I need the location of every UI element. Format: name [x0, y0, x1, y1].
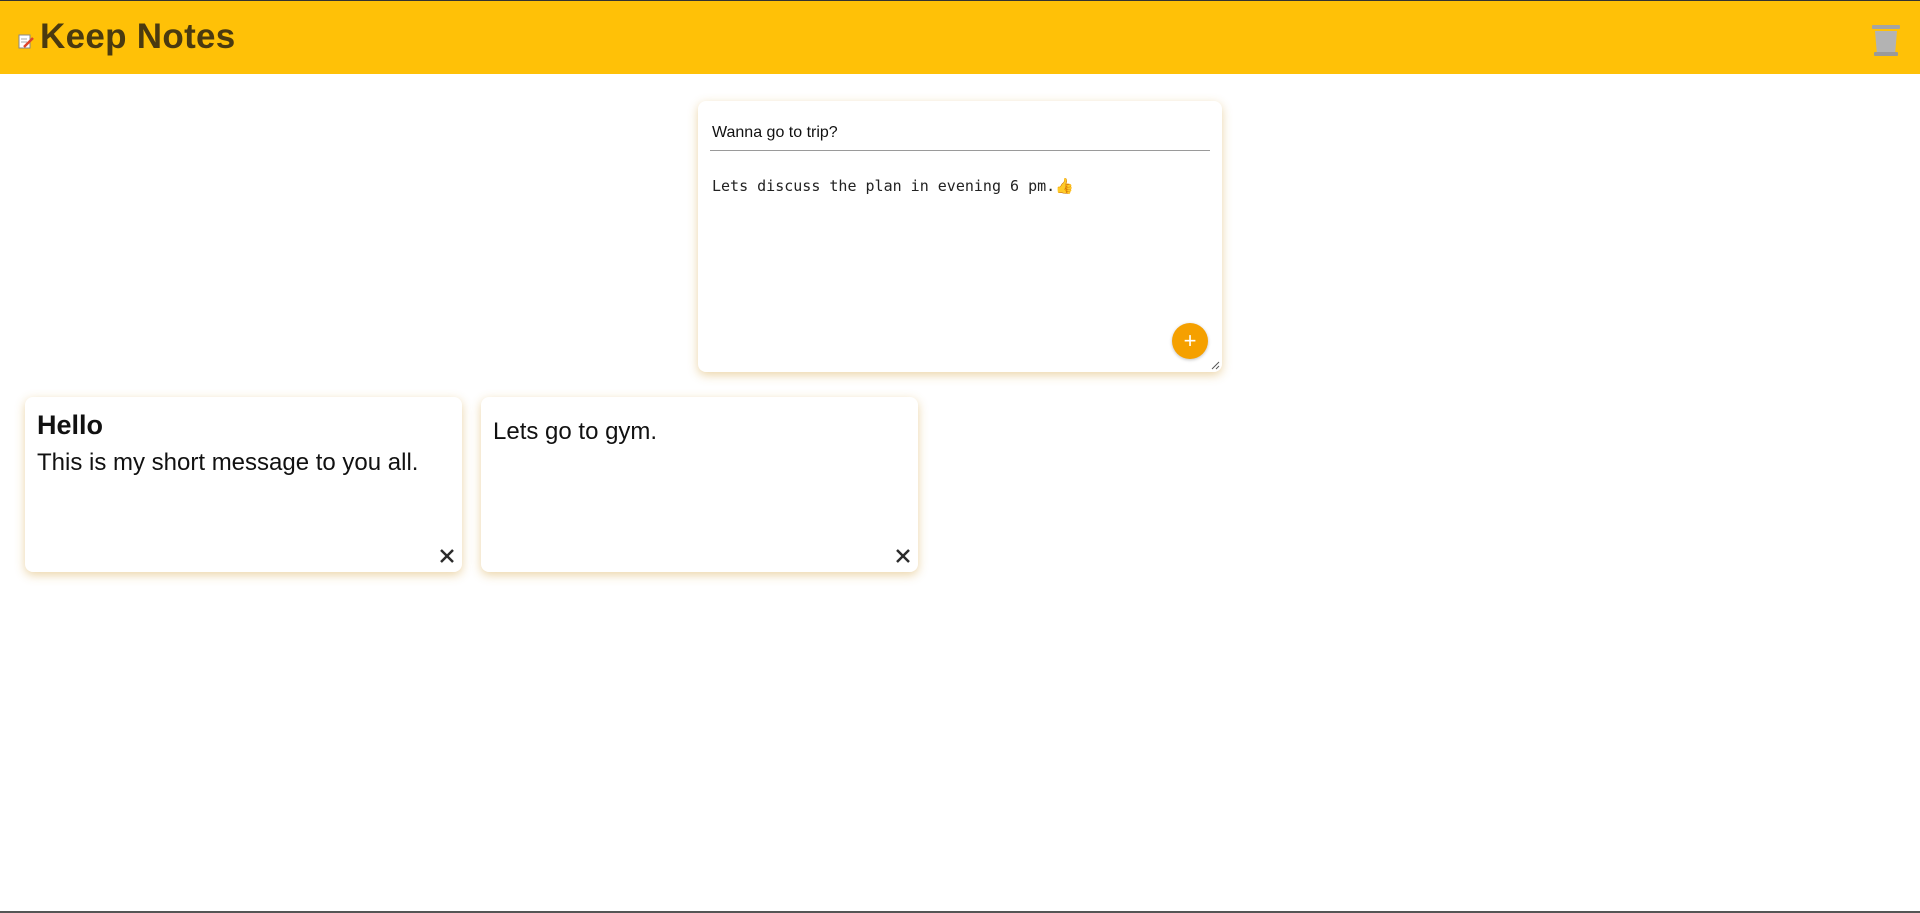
- resize-handle-icon[interactable]: [1210, 360, 1220, 370]
- note-content-input[interactable]: Lets discuss the plan in evening 6 pm.👍: [710, 177, 1210, 357]
- note-title: Hello: [37, 410, 104, 440]
- app-header: Keep Notes: [0, 0, 1920, 74]
- notepad-pencil-icon: [18, 34, 34, 49]
- add-note-button[interactable]: +: [1172, 323, 1208, 359]
- note-composer: Lets discuss the plan in evening 6 pm.👍 …: [698, 101, 1222, 372]
- note-content: Lets go to gym.: [493, 418, 658, 445]
- close-icon: [440, 549, 454, 563]
- delete-note-button[interactable]: [436, 545, 458, 567]
- note-card: Lets go to gym.: [481, 397, 918, 572]
- close-icon: [896, 549, 910, 563]
- note-title-input[interactable]: [710, 115, 1210, 151]
- app-title: Keep Notes: [40, 17, 236, 56]
- note-card: Hello This is my short message to you al…: [25, 397, 462, 572]
- delete-note-button[interactable]: [892, 545, 914, 567]
- note-content: This is my short message to you all.: [37, 449, 419, 476]
- trash-bin-icon[interactable]: [1870, 23, 1902, 57]
